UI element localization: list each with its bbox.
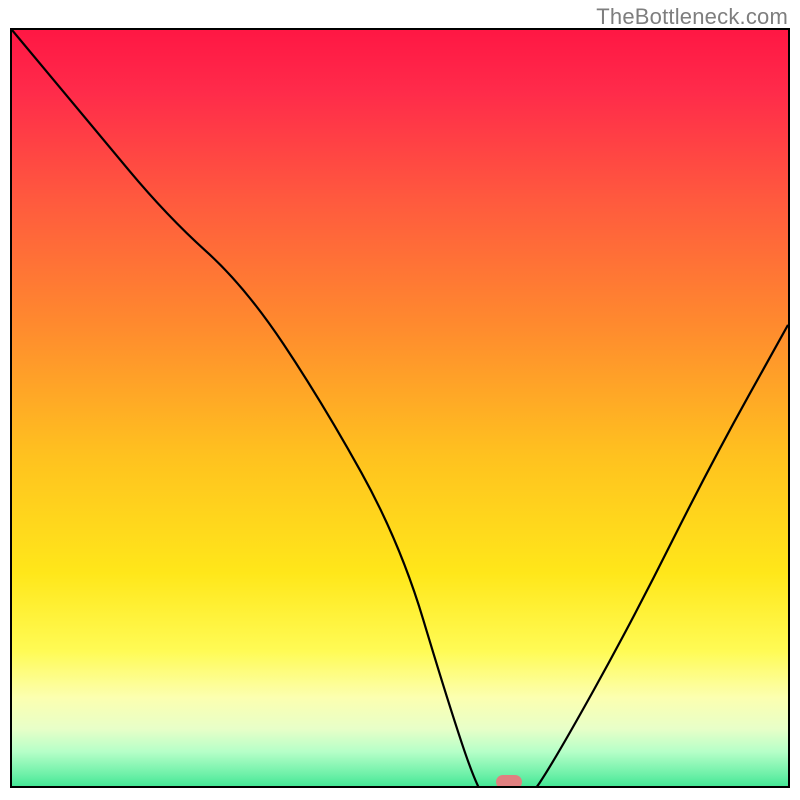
optimal-point-marker <box>496 775 522 788</box>
chart-plot-area <box>10 28 790 788</box>
bottleneck-curve <box>12 30 788 788</box>
watermark-text: TheBottleneck.com <box>596 4 788 30</box>
